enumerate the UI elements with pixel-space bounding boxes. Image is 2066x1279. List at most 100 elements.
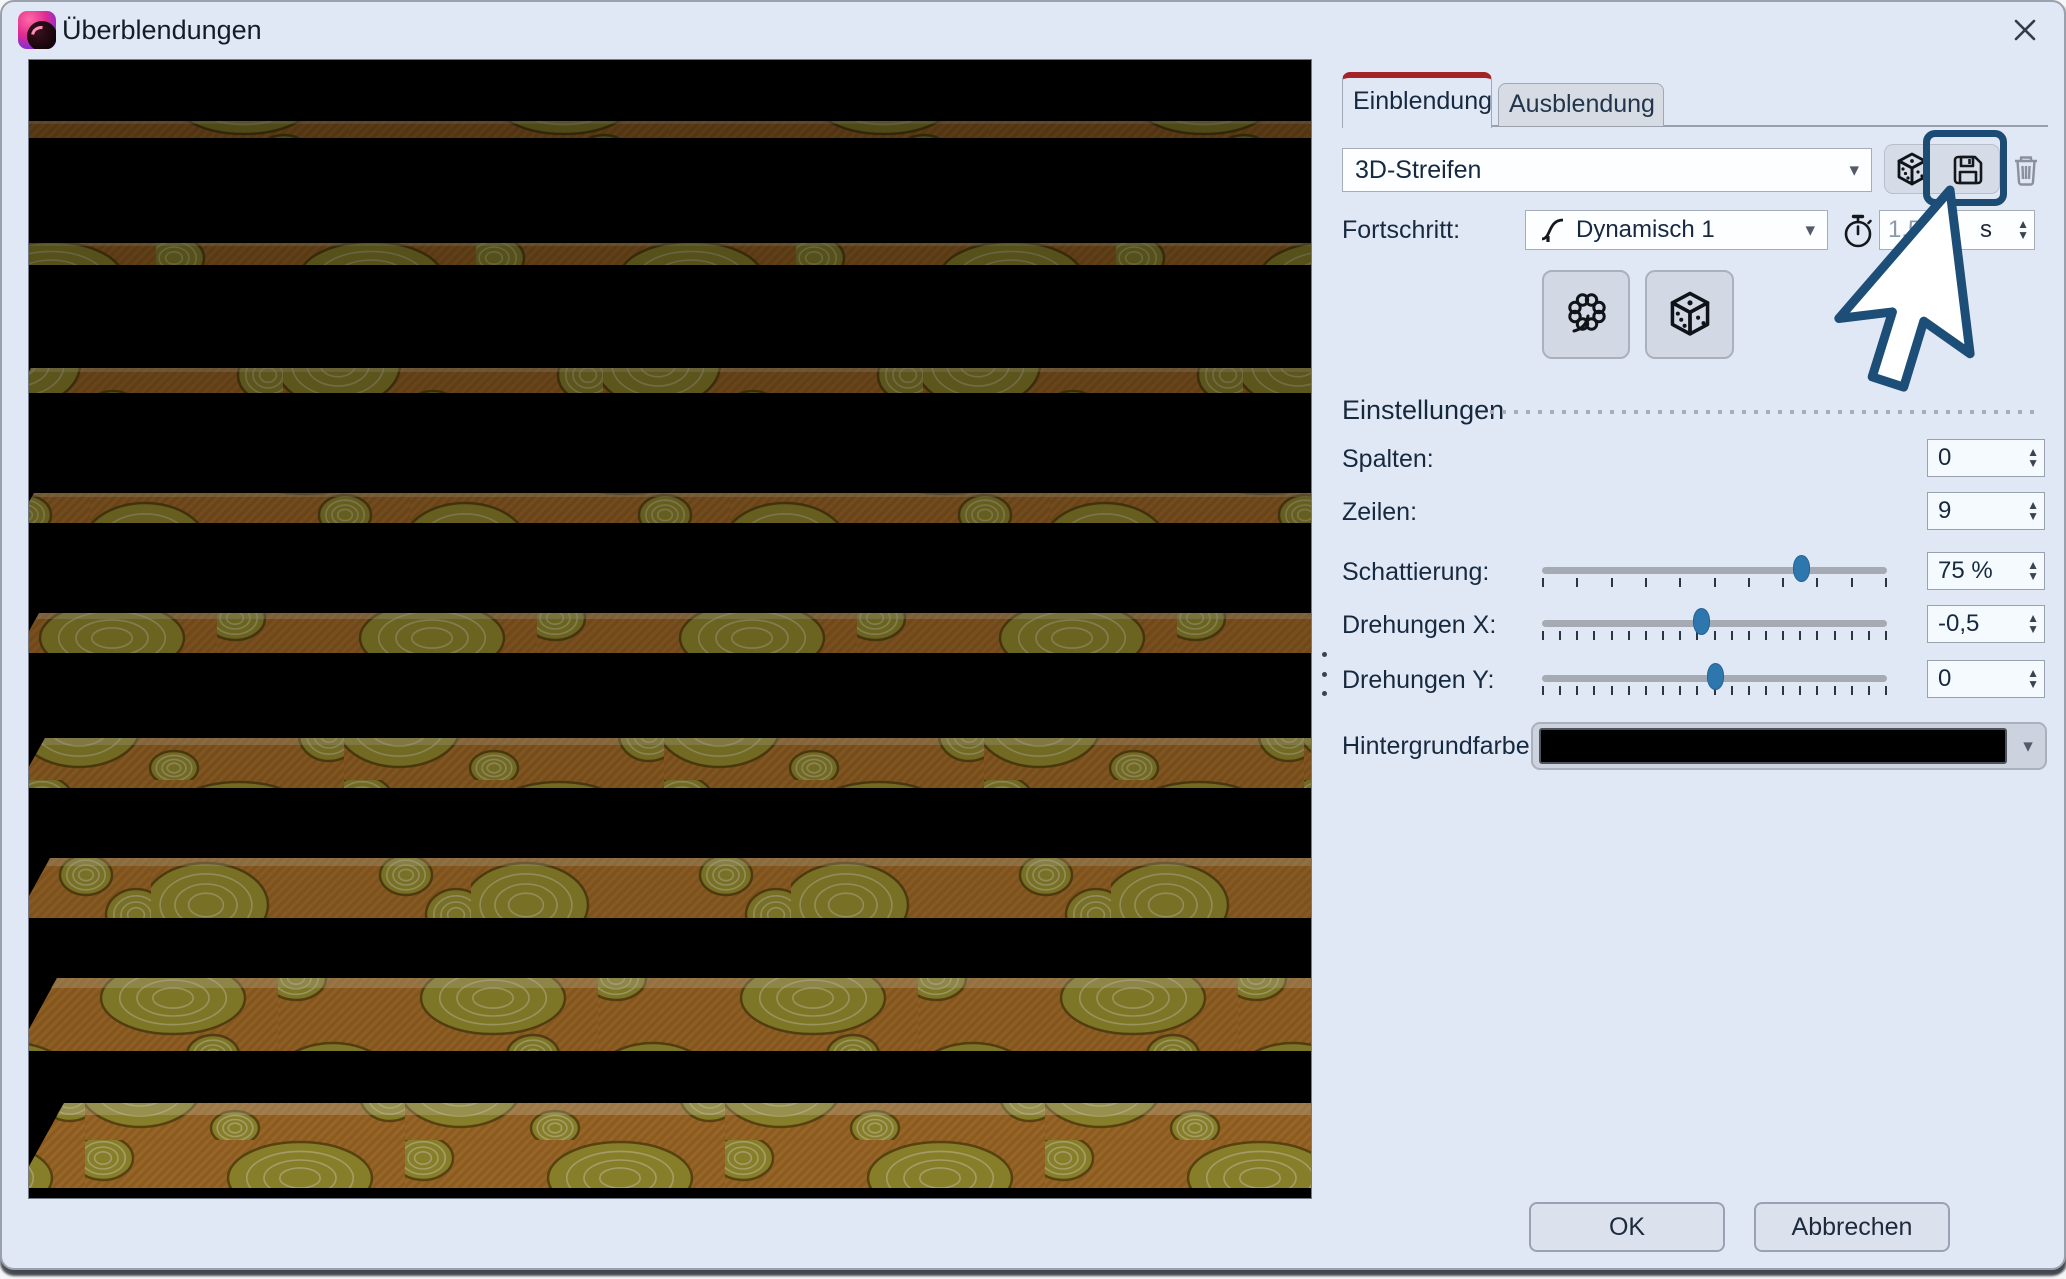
dice-cube-icon xyxy=(1663,288,1717,342)
drehungen-x-value: -0,5 xyxy=(1938,610,1979,638)
drehungen-y-spin-down-icon[interactable]: ▼ xyxy=(2027,679,2039,690)
clover-icon xyxy=(1558,287,1614,343)
tick-mark xyxy=(1679,578,1681,587)
tick-mark xyxy=(1645,686,1647,695)
cursor-arrow xyxy=(1812,178,1982,408)
spalten-spinbox[interactable]: 0▲▼ xyxy=(1927,439,2045,477)
tick-mark xyxy=(1799,686,1801,695)
tick-mark xyxy=(1714,578,1716,587)
ok-button[interactable]: OK xyxy=(1529,1202,1725,1252)
tick-mark xyxy=(1816,631,1818,640)
tick-mark xyxy=(1782,686,1784,695)
tick-mark xyxy=(1782,578,1784,587)
drehungen-x-spin-down-icon[interactable]: ▼ xyxy=(2027,624,2039,635)
setting-row-drehungen-y: Drehungen Y: 0▲▼ xyxy=(1342,660,2048,700)
tick-mark xyxy=(1816,578,1818,587)
curve-name: Dynamisch 1 xyxy=(1576,216,1715,244)
tick-mark xyxy=(1559,686,1561,695)
preset-combobox[interactable]: 3D-Streifen ▾ xyxy=(1342,148,1872,192)
schattierung-label: Schattierung: xyxy=(1342,552,1489,592)
schattierung-slider-track[interactable] xyxy=(1542,567,1887,574)
drehungen-y-slider-handle[interactable] xyxy=(1707,663,1724,690)
dotted-divider xyxy=(1490,410,2042,414)
tick-mark xyxy=(1834,686,1836,695)
schattierung-value: 75 % xyxy=(1938,557,1993,585)
progress-label: Fortschritt: xyxy=(1342,210,1460,250)
tick-mark xyxy=(1611,631,1613,640)
spalten-spin-down-icon[interactable]: ▼ xyxy=(2027,458,2039,469)
color-swatch[interactable] xyxy=(1539,728,2007,764)
tick-mark xyxy=(1593,686,1595,695)
settings-header-text: Einstellungen xyxy=(1342,395,1504,425)
tick-mark xyxy=(1885,631,1887,640)
tick-mark xyxy=(1662,686,1664,695)
tick-mark xyxy=(1834,631,1836,640)
tick-mark xyxy=(1679,631,1681,640)
chevron-down-icon[interactable]: ▾ xyxy=(2011,735,2045,758)
window-title: Überblendungen xyxy=(62,2,262,60)
tick-mark xyxy=(1679,686,1681,695)
drehungen-x-spinbox[interactable]: -0,5▲▼ xyxy=(1927,605,2045,643)
drehungen-y-spinbox[interactable]: 0▲▼ xyxy=(1927,660,2045,698)
setting-row-zeilen: Zeilen: 9▲▼ xyxy=(1342,492,2048,532)
cancel-button[interactable]: Abbrechen xyxy=(1754,1202,1950,1252)
zeilen-spinbox[interactable]: 9▲▼ xyxy=(1927,492,2045,530)
tick-mark xyxy=(1542,686,1544,695)
tick-mark xyxy=(1851,631,1853,640)
schattierung-slider-handle[interactable] xyxy=(1793,555,1810,582)
tick-mark xyxy=(1765,631,1767,640)
tick-mark xyxy=(1628,686,1630,695)
trash-icon xyxy=(2008,152,2044,188)
tick-mark xyxy=(1765,686,1767,695)
schattierung-spinbox[interactable]: 75 %▲▼ xyxy=(1927,552,2045,590)
tick-mark xyxy=(1559,631,1561,640)
drehungen-y-label: Drehungen Y: xyxy=(1342,660,1494,700)
tick-mark xyxy=(1645,578,1647,587)
drehungen-y-value: 0 xyxy=(1938,665,1951,693)
splitter-grip[interactable] xyxy=(1320,652,1328,696)
drehungen-x-slider-handle[interactable] xyxy=(1693,608,1710,635)
titlebar: Überblendungen xyxy=(2,2,2064,60)
tick-mark xyxy=(1799,631,1801,640)
tick-mark xyxy=(1731,686,1733,695)
tick-mark xyxy=(1868,631,1870,640)
tick-mark xyxy=(1628,631,1630,640)
tick-mark xyxy=(1576,578,1578,587)
tick-mark xyxy=(1662,631,1664,640)
tick-mark xyxy=(1542,578,1544,587)
zeilen-spin-down-icon[interactable]: ▼ xyxy=(2027,511,2039,522)
randomize-button[interactable] xyxy=(1645,270,1734,359)
preset-delete-button[interactable] xyxy=(2004,148,2048,192)
tick-mark xyxy=(1611,686,1613,695)
tick-mark xyxy=(1885,686,1887,695)
background-color-picker[interactable]: ▾ xyxy=(1531,722,2047,770)
spalten-value: 0 xyxy=(1938,444,1951,472)
drehungen-x-label: Drehungen X: xyxy=(1342,605,1496,645)
app-icon xyxy=(18,11,56,49)
close-button[interactable] xyxy=(2002,10,2048,50)
tick-mark xyxy=(1885,578,1887,587)
tick-mark xyxy=(1576,686,1578,695)
schattierung-spin-down-icon[interactable]: ▼ xyxy=(2027,571,2039,582)
setting-row-drehungen-x: Drehungen X: -0,5▲▼ xyxy=(1342,605,2048,645)
background-color-row: Hintergrundfarbe: ▾ xyxy=(1342,722,2048,770)
preview-stripes xyxy=(29,60,1311,1198)
tab-einblendung[interactable]: Einblendung xyxy=(1342,72,1492,128)
progress-curve-combobox[interactable]: Dynamisch 1 ▾ xyxy=(1525,210,1828,250)
zeilen-value: 9 xyxy=(1938,497,1951,525)
duration-spin-down-icon[interactable]: ▼ xyxy=(2017,230,2029,241)
lucky-button[interactable] xyxy=(1542,270,1630,359)
tick-mark xyxy=(1851,578,1853,587)
spalten-label: Spalten: xyxy=(1342,439,1434,479)
tick-mark xyxy=(1611,578,1613,587)
drehungen-x-slider-track[interactable] xyxy=(1542,620,1887,627)
tick-mark xyxy=(1748,578,1750,587)
tick-mark xyxy=(1748,631,1750,640)
zeilen-label: Zeilen: xyxy=(1342,492,1417,532)
tab-ausblendung[interactable]: Ausblendung xyxy=(1498,83,1664,126)
tick-mark xyxy=(1645,631,1647,640)
dialog-window: Überblendungen Einblendung Ausblendung 3… xyxy=(0,0,2066,1270)
preview-canvas xyxy=(28,59,1312,1199)
tick-mark xyxy=(1731,631,1733,640)
tick-mark xyxy=(1851,686,1853,695)
